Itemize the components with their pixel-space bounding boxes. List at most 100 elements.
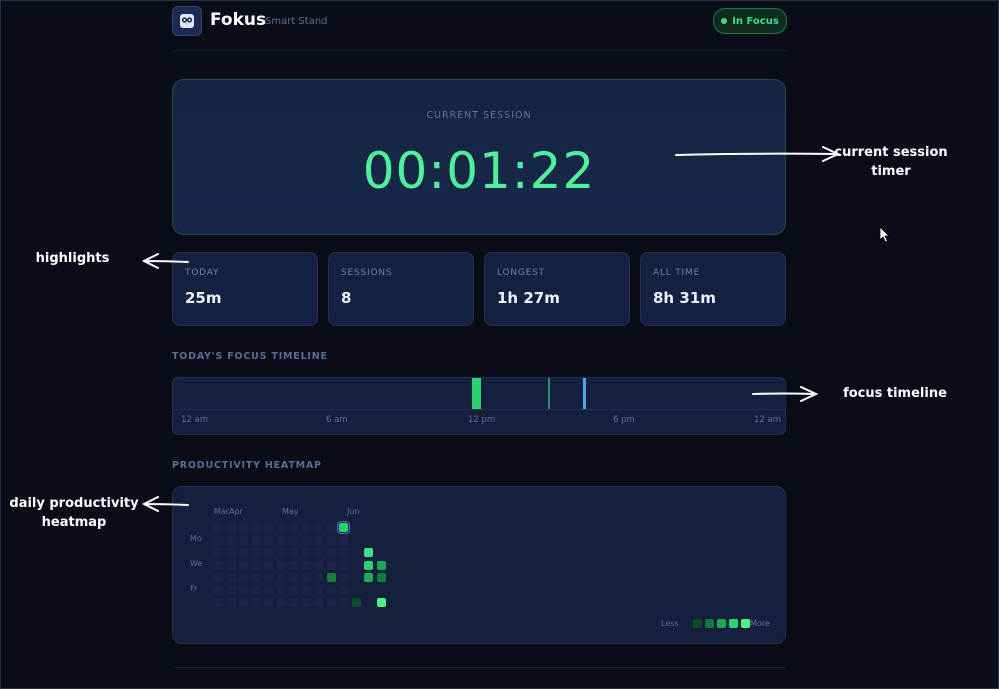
focus-segment[interactable] (548, 378, 550, 409)
heatmap-cell[interactable] (326, 598, 336, 607)
heatmap-cell[interactable] (326, 535, 336, 545)
heatmap-cell[interactable] (214, 548, 223, 557)
heatmap-cell[interactable] (314, 523, 323, 532)
heatmap-cell[interactable] (301, 573, 311, 582)
heatmap-cell[interactable] (276, 523, 286, 532)
heatmap-cell[interactable] (301, 560, 311, 570)
heatmap-cell-active[interactable] (364, 548, 373, 557)
heatmap-cell[interactable] (339, 535, 348, 545)
heatmap-cell[interactable] (276, 548, 286, 557)
heatmap-cell[interactable] (251, 598, 261, 607)
heatmap-cell[interactable] (314, 535, 323, 545)
heatmap-month: Jun (347, 507, 360, 516)
heatmap-cell[interactable] (214, 560, 223, 570)
heatmap-cell[interactable] (214, 573, 223, 582)
status-badge[interactable]: In Focus (713, 8, 787, 34)
focus-timeline[interactable]: 12 am 6 am 12 pm 6 pm 12 am (172, 377, 786, 435)
heatmap-cell[interactable] (289, 585, 298, 595)
heatmap-cell[interactable] (326, 523, 336, 532)
heatmap-cell[interactable] (239, 560, 248, 570)
legend-more: More (750, 619, 770, 628)
heatmap-cell[interactable] (301, 523, 311, 532)
heatmap-cell[interactable] (239, 573, 248, 582)
focus-segment[interactable] (472, 378, 481, 409)
heatmap-cell[interactable] (301, 535, 311, 545)
heatmap-cell[interactable] (239, 598, 248, 607)
heatmap-cell[interactable] (326, 585, 336, 595)
heatmap-cell[interactable] (264, 598, 273, 607)
heatmap-cell[interactable] (289, 573, 298, 582)
heatmap-cell[interactable] (276, 535, 286, 545)
timeline-tick: 12 am (181, 415, 209, 425)
heatmap-cell[interactable] (214, 598, 223, 607)
heatmap-cell[interactable] (276, 598, 286, 607)
heatmap-cell[interactable] (264, 548, 273, 557)
heatmap-cell[interactable] (251, 560, 261, 570)
owl-icon (180, 14, 194, 28)
heatmap-cell[interactable] (314, 585, 323, 595)
heatmap-cell[interactable] (289, 535, 298, 545)
heatmap-cell[interactable] (301, 548, 311, 557)
heatmap-cell-active[interactable] (337, 521, 350, 534)
heatmap-cell[interactable] (264, 560, 273, 570)
heatmap-cell[interactable] (264, 585, 273, 595)
heatmap-cell[interactable] (301, 598, 311, 607)
heatmap-cell[interactable] (276, 573, 286, 582)
heatmap-cell-active[interactable] (376, 560, 386, 570)
heatmap-cell[interactable] (326, 548, 336, 557)
heatmap-cell[interactable] (326, 560, 336, 570)
heatmap-cell[interactable] (339, 585, 348, 595)
session-label: CURRENT SESSION (426, 110, 532, 121)
heatmap-cell[interactable] (226, 560, 236, 570)
heatmap-cell[interactable] (239, 523, 248, 532)
heatmap-cell-active[interactable] (376, 573, 386, 582)
heatmap-cell[interactable] (314, 598, 323, 607)
heatmap-cell-active[interactable] (364, 560, 373, 570)
productivity-heatmap[interactable]: Mar Apr May Jun Mo We Fr Less More (172, 486, 786, 644)
heatmap-cell[interactable] (251, 548, 261, 557)
heatmap-cell[interactable] (314, 560, 323, 570)
heatmap-cell[interactable] (226, 573, 236, 582)
heatmap-cell[interactable] (289, 548, 298, 557)
heatmap-cell[interactable] (264, 573, 273, 582)
app-logo[interactable] (172, 6, 202, 36)
heatmap-cell[interactable] (276, 560, 286, 570)
app-subtitle: Smart Stand (265, 16, 328, 27)
heatmap-cell[interactable] (251, 585, 261, 595)
heatmap-cell[interactable] (289, 560, 298, 570)
heatmap-cell[interactable] (251, 573, 261, 582)
heatmap-cell-active[interactable] (364, 573, 373, 582)
heatmap-cell[interactable] (226, 535, 236, 545)
heatmap-cell-active[interactable] (326, 573, 336, 582)
heatmap-cell[interactable] (251, 535, 261, 545)
heatmap-cell[interactable] (239, 535, 248, 545)
heatmap-cell[interactable] (251, 523, 261, 532)
timeline-track (173, 378, 785, 410)
heatmap-cell[interactable] (301, 585, 311, 595)
heatmap-cell[interactable] (339, 598, 348, 607)
heatmap-cell[interactable] (264, 535, 273, 545)
legend-swatch (705, 619, 714, 628)
heatmap-day: We (190, 559, 203, 568)
heatmap-cell[interactable] (226, 585, 236, 595)
heatmap-cell[interactable] (214, 585, 223, 595)
heatmap-cell[interactable] (289, 523, 298, 532)
heatmap-cell[interactable] (226, 548, 236, 557)
heatmap-cell-active[interactable] (351, 598, 361, 607)
heatmap-cell-active[interactable] (376, 598, 386, 607)
heatmap-cell[interactable] (214, 535, 223, 545)
heatmap-cell[interactable] (339, 560, 348, 570)
annotation-arrow (675, 146, 841, 162)
heatmap-cell[interactable] (339, 548, 348, 557)
heatmap-cell[interactable] (226, 598, 236, 607)
heatmap-cell[interactable] (226, 523, 236, 532)
heatmap-cell[interactable] (239, 548, 248, 557)
heatmap-cell[interactable] (239, 585, 248, 595)
heatmap-cell[interactable] (264, 523, 273, 532)
heatmap-cell[interactable] (214, 523, 223, 532)
heatmap-cell[interactable] (276, 585, 286, 595)
heatmap-cell[interactable] (314, 573, 323, 582)
heatmap-cell[interactable] (339, 573, 348, 582)
heatmap-cell[interactable] (314, 548, 323, 557)
heatmap-cell[interactable] (289, 598, 298, 607)
